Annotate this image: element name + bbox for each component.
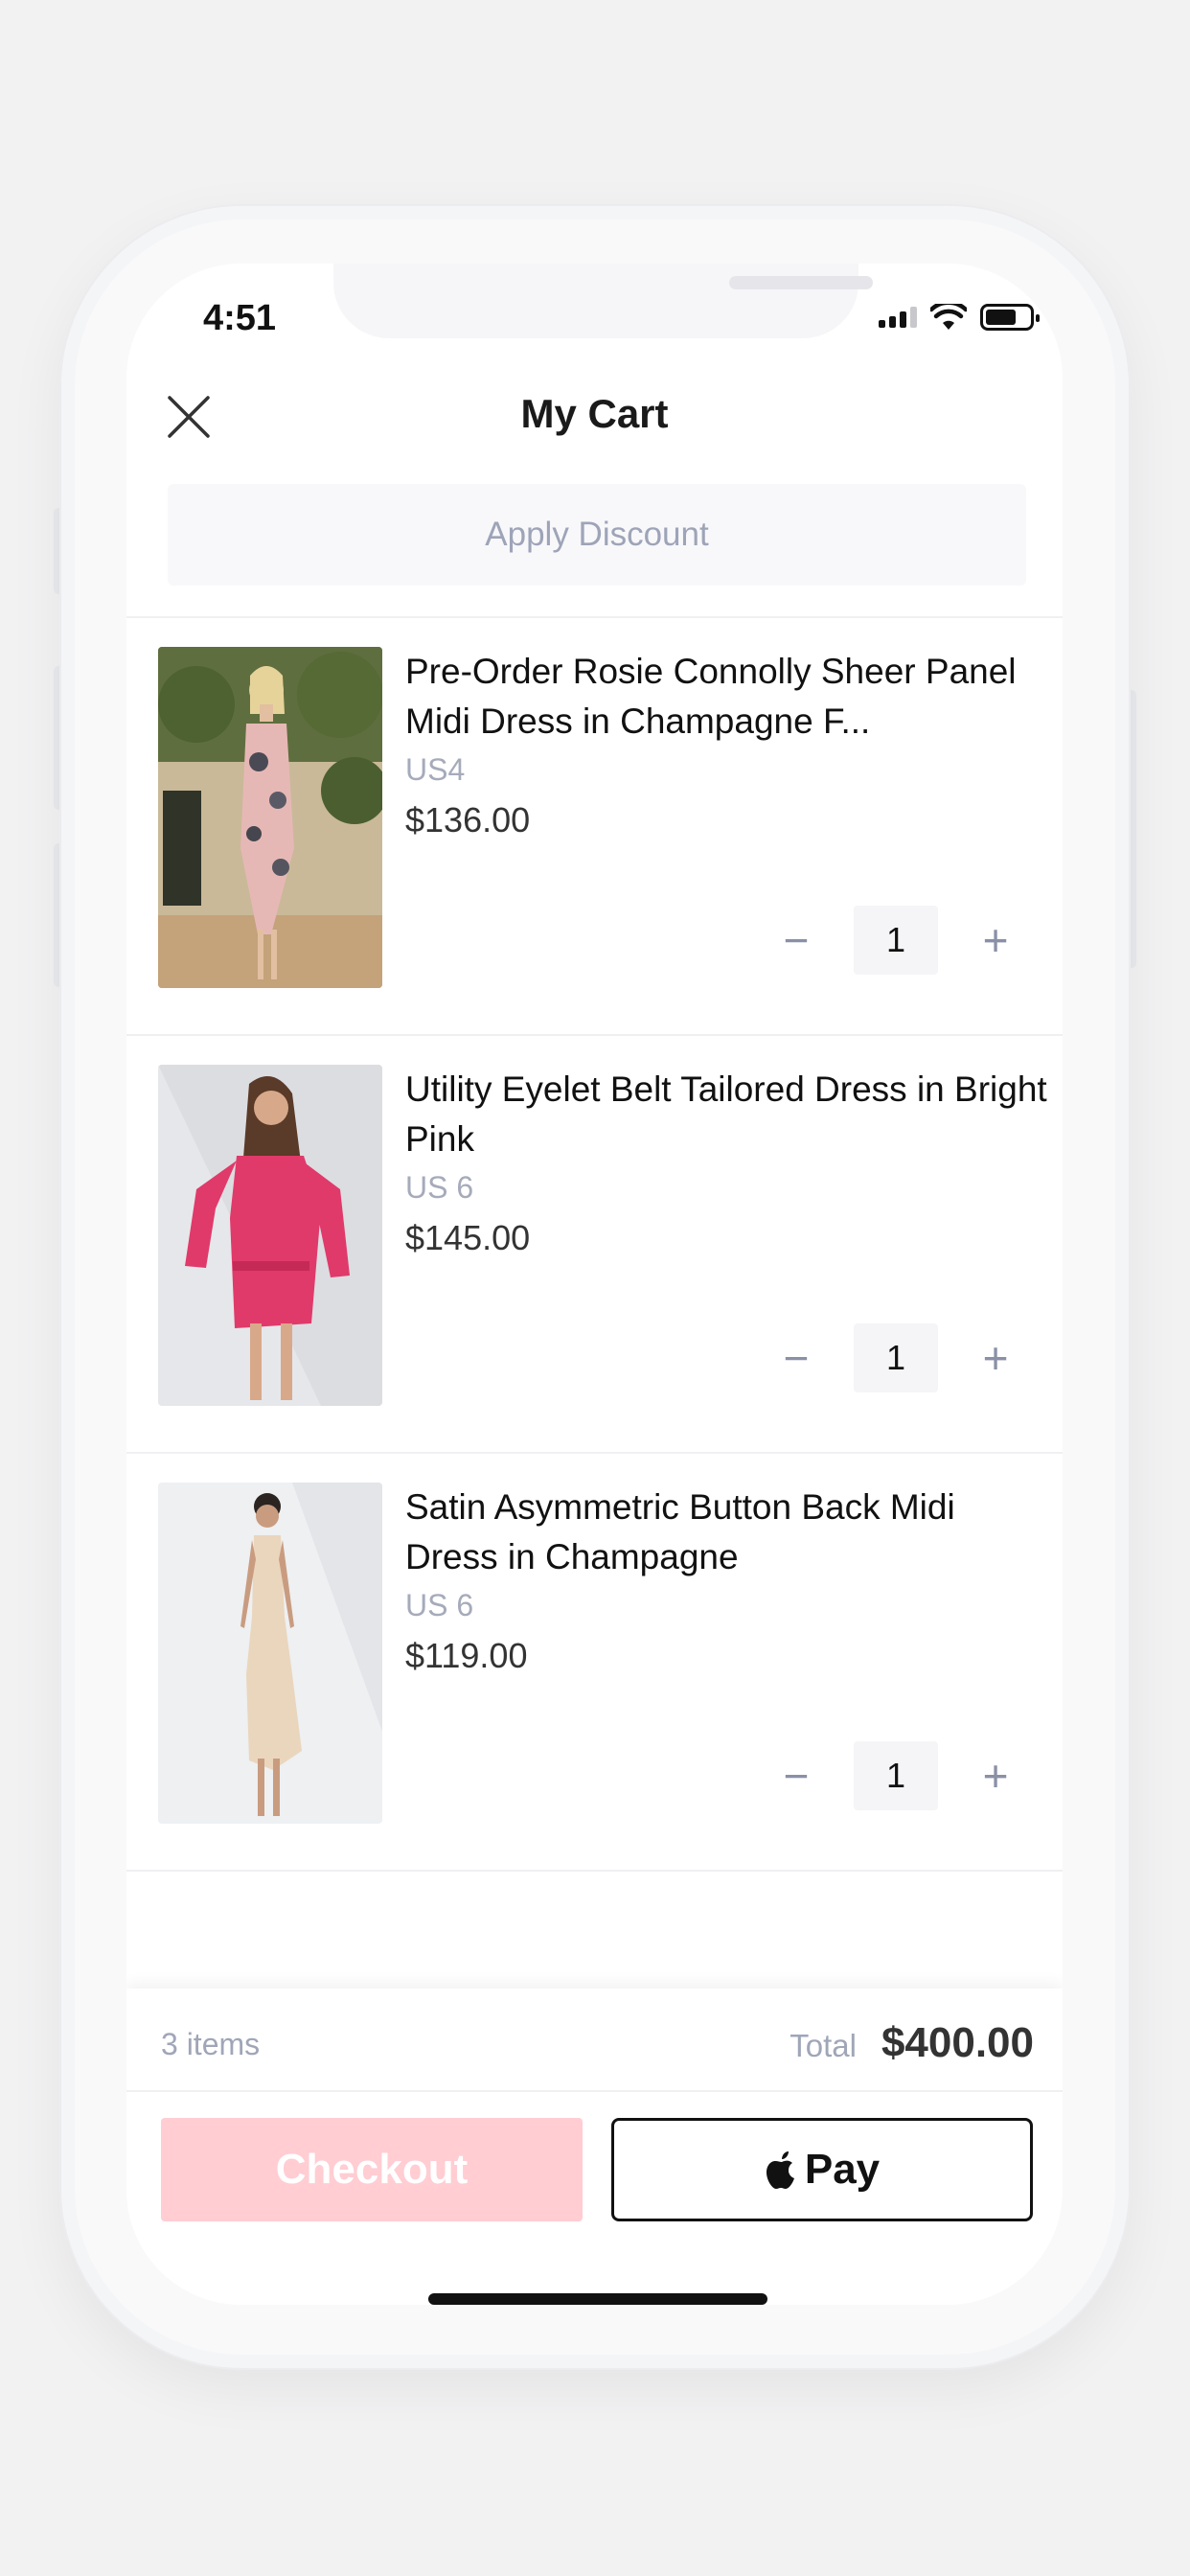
divider: [126, 1870, 1063, 1872]
decrease-quantity-button[interactable]: −: [767, 1747, 825, 1805]
total-label: Total: [790, 2028, 857, 2063]
product-name[interactable]: Utility Eyelet Belt Tailored Dress in Br…: [405, 1065, 1047, 1164]
increase-quantity-button[interactable]: +: [967, 1329, 1024, 1387]
product-size: US 6: [405, 1588, 474, 1622]
quantity-value: 1: [854, 1323, 938, 1392]
cart-item: Utility Eyelet Belt Tailored Dress in Br…: [126, 1036, 1063, 1454]
decrease-quantity-button[interactable]: −: [767, 1329, 825, 1387]
quantity-stepper: − 1 +: [767, 1323, 1024, 1392]
apple-logo-icon: [766, 2151, 794, 2189]
quantity-value: 1: [854, 906, 938, 975]
cart-item: Satin Asymmetric Button Back Midi Dress …: [126, 1454, 1063, 1872]
divider: [126, 2090, 1063, 2092]
apply-discount-button[interactable]: Apply Discount: [168, 484, 1026, 586]
battery-icon: [980, 304, 1040, 331]
product-image[interactable]: [158, 647, 382, 988]
product-size: US4: [405, 752, 466, 787]
apple-pay-button[interactable]: Pay: [611, 2118, 1033, 2221]
product-image[interactable]: [158, 1065, 382, 1406]
plus-icon: +: [982, 915, 1009, 965]
product-price: $145.00: [405, 1218, 531, 1257]
increase-quantity-button[interactable]: +: [967, 911, 1024, 969]
cart-footer: 3 items Total $400.00 Checkout Pay: [126, 1989, 1063, 2305]
status-time: 4:51: [203, 298, 277, 338]
total: Total $400.00: [790, 2019, 1034, 2067]
quantity-value: 1: [854, 1741, 938, 1810]
minus-icon: −: [783, 1751, 810, 1801]
apple-pay-label: Pay: [804, 2146, 881, 2193]
quantity-stepper: − 1 +: [767, 1741, 1024, 1810]
product-price: $119.00: [405, 1636, 528, 1675]
notch: [333, 264, 873, 338]
wifi-icon: [930, 304, 967, 330]
page-title: My Cart: [520, 391, 669, 436]
minus-icon: −: [783, 915, 810, 965]
minus-icon: −: [783, 1333, 810, 1383]
cellular-signal-icon: [879, 307, 917, 328]
plus-icon: +: [982, 1751, 1009, 1801]
total-value: $400.00: [881, 2019, 1034, 2066]
decrease-quantity-button[interactable]: −: [767, 911, 825, 969]
product-name[interactable]: Satin Asymmetric Button Back Midi Dress …: [405, 1483, 1047, 1582]
product-size: US 6: [405, 1170, 474, 1205]
speaker-grille: [729, 276, 873, 289]
increase-quantity-button[interactable]: +: [967, 1747, 1024, 1805]
cart-item: Pre-Order Rosie Connolly Sheer Panel Mid…: [126, 618, 1063, 1036]
plus-icon: +: [982, 1333, 1009, 1383]
app-screen: 4:51 My Cart Apply Discount Pre-Order Ro…: [126, 264, 1063, 2305]
checkout-button[interactable]: Checkout: [161, 2118, 583, 2221]
status-icons: [879, 304, 1040, 331]
product-name[interactable]: Pre-Order Rosie Connolly Sheer Panel Mid…: [405, 647, 1047, 747]
quantity-stepper: − 1 +: [767, 906, 1024, 975]
items-count: 3 items: [161, 2027, 261, 2061]
product-price: $136.00: [405, 800, 531, 840]
header: My Cart: [126, 374, 1063, 470]
product-image[interactable]: [158, 1483, 382, 1824]
home-indicator[interactable]: [428, 2293, 767, 2305]
